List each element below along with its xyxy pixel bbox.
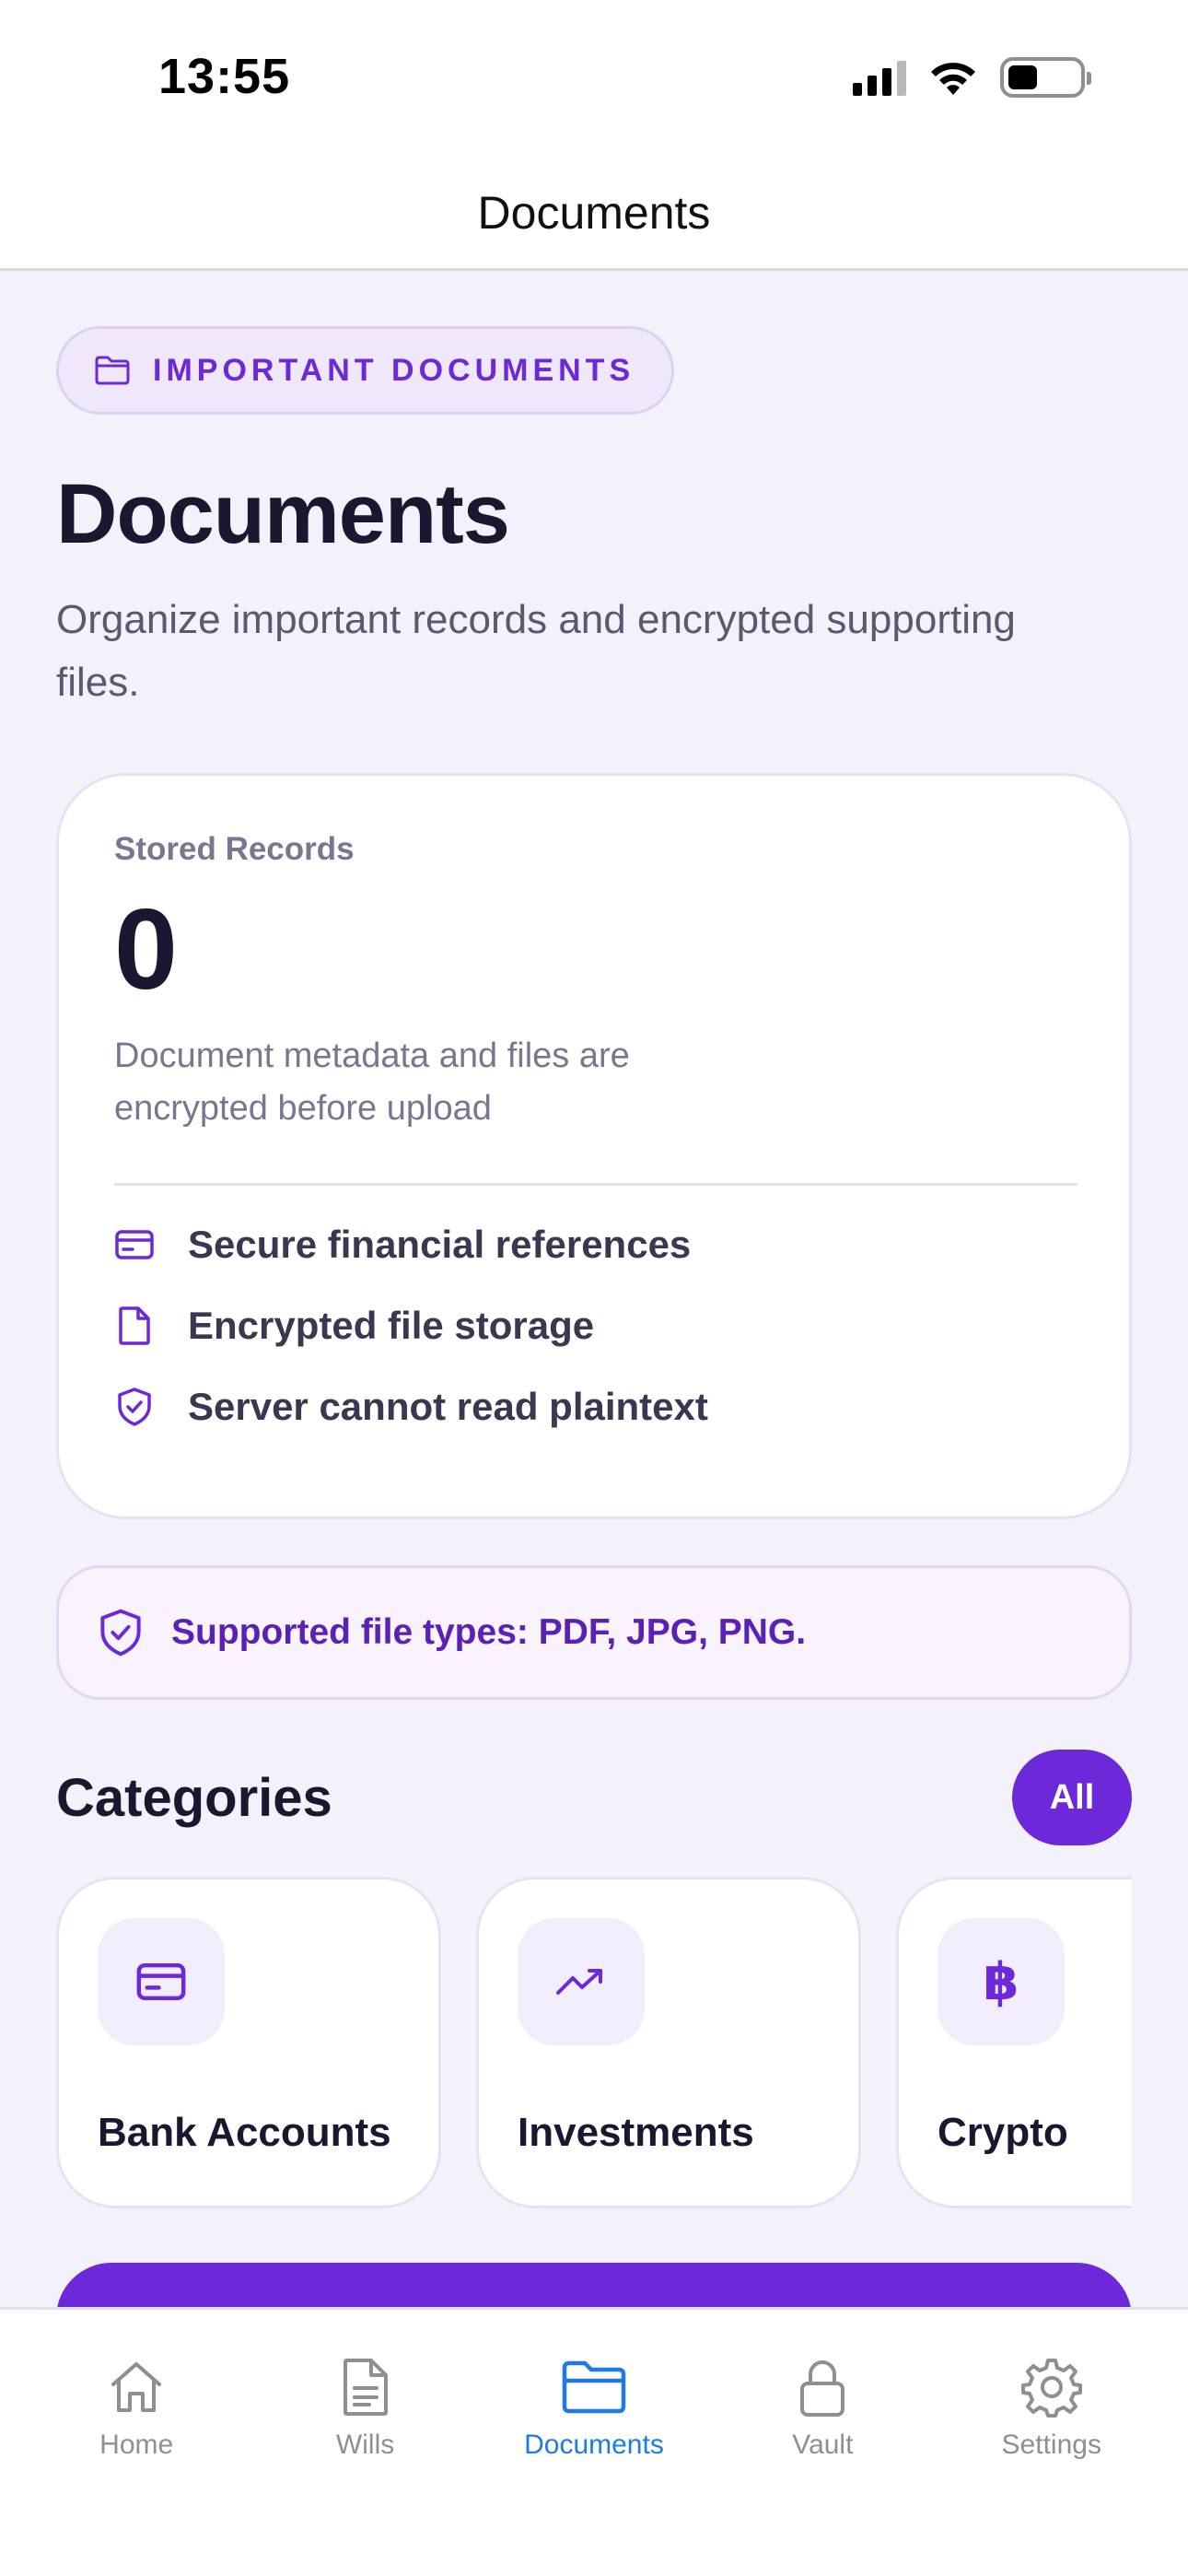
tab-label: Documents	[524, 2430, 664, 2460]
tab-settings[interactable]: Settings	[950, 2350, 1153, 2576]
tab-wills[interactable]: Wills	[264, 2350, 467, 2576]
tab-label: Settings	[1001, 2430, 1101, 2460]
tab-vault[interactable]: Vault	[721, 2350, 924, 2576]
badge-label: IMPORTANT DOCUMENTS	[153, 352, 635, 388]
stored-records-count: 0	[114, 886, 178, 1013]
status-bar: 13:55	[0, 0, 1188, 157]
home-icon	[99, 2350, 173, 2424]
feature-item: Secure financial references	[114, 1223, 1074, 1267]
page-subtitle: Organize important records and encrypted…	[56, 597, 1016, 705]
tab-label: Home	[99, 2430, 174, 2460]
category-label: Crypto	[938, 2110, 1068, 2155]
feature-item: Encrypted file storage	[114, 1304, 1074, 1348]
category-crypto[interactable]: ฿ Crypto	[896, 1877, 1132, 2208]
feature-label: Encrypted file storage	[188, 1304, 595, 1347]
document-icon	[329, 2350, 402, 2424]
tab-home[interactable]: Home	[35, 2350, 238, 2576]
category-bank-accounts[interactable]: Bank Accounts	[56, 1877, 441, 2208]
trending-up-icon	[518, 1918, 645, 2045]
lock-icon	[786, 2350, 859, 2424]
folder-icon	[557, 2350, 631, 2424]
category-label: Investments	[518, 2110, 754, 2155]
feature-list: Secure financial references Encrypted fi…	[114, 1223, 1074, 1429]
main-content: IMPORTANT DOCUMENTS Documents Organize i…	[56, 271, 1132, 2208]
supported-file-types-notice: Supported file types: PDF, JPG, PNG.	[56, 1565, 1132, 1700]
categories-title: Categories	[56, 1767, 332, 1828]
feature-label: Server cannot read plaintext	[188, 1385, 708, 1428]
navigation-bar: Documents	[0, 157, 1188, 271]
credit-card-icon	[114, 1224, 155, 1265]
status-time: 13:55	[158, 49, 291, 104]
status-icons	[853, 57, 1091, 98]
tab-documents[interactable]: Documents	[493, 2350, 695, 2576]
shield-check-icon	[100, 1609, 141, 1657]
stored-records-card: Stored Records 0 Document metadata and f…	[56, 773, 1132, 1519]
battery-icon	[1000, 57, 1091, 98]
bitcoin-icon: ฿	[938, 1918, 1065, 2045]
shield-check-icon	[114, 1387, 155, 1427]
category-investments[interactable]: Investments	[476, 1877, 861, 2208]
important-documents-badge: IMPORTANT DOCUMENTS	[56, 326, 675, 415]
category-label: Bank Accounts	[98, 2110, 391, 2155]
tab-label: Wills	[335, 2430, 395, 2460]
categories-header: Categories All	[56, 1750, 1132, 1845]
tab-bar: Home Wills Documents Vault Settings	[0, 2307, 1188, 2576]
tab-label: Vault	[792, 2430, 854, 2460]
file-icon	[114, 1306, 155, 1346]
filter-all-chip[interactable]: All	[1012, 1750, 1132, 1845]
page-title: Documents	[56, 467, 510, 561]
nav-title: Documents	[477, 186, 711, 239]
card-divider	[114, 1183, 1077, 1186]
notice-text: Supported file types: PDF, JPG, PNG.	[171, 1612, 807, 1652]
wifi-icon	[931, 63, 975, 95]
feature-label: Secure financial references	[188, 1223, 692, 1266]
stored-records-description: Document metadata and files are encrypte…	[114, 1036, 630, 1128]
feature-item: Server cannot read plaintext	[114, 1385, 1074, 1429]
gear-icon	[1015, 2350, 1089, 2424]
signal-icon	[853, 59, 906, 96]
credit-card-icon	[98, 1918, 225, 2045]
category-carousel[interactable]: Bank Accounts Investments ฿ Crypto	[56, 1877, 1132, 2208]
stored-records-label: Stored Records	[114, 831, 355, 867]
folder-icon	[95, 356, 130, 385]
